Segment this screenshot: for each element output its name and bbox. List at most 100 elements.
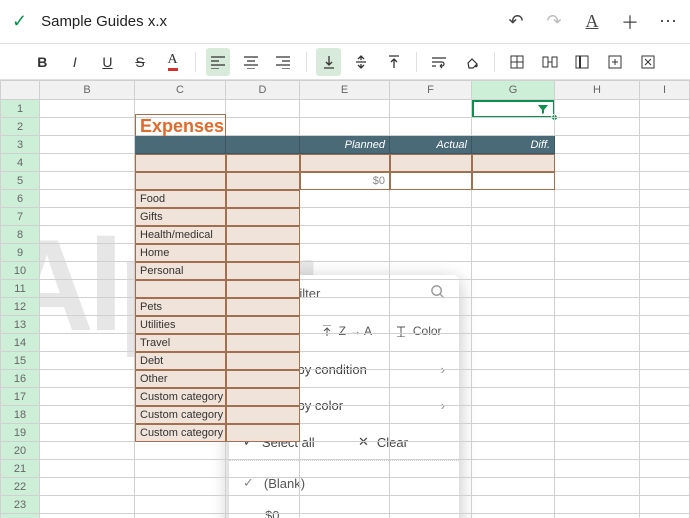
cell[interactable] <box>640 514 690 518</box>
cell[interactable] <box>555 316 640 334</box>
cell[interactable] <box>640 334 690 352</box>
cell[interactable] <box>640 226 690 244</box>
row-header[interactable]: 15 <box>0 352 40 370</box>
cell[interactable] <box>226 208 300 226</box>
insert-button[interactable] <box>603 48 628 76</box>
cell[interactable] <box>40 262 135 280</box>
cell[interactable] <box>472 352 555 370</box>
cell[interactable] <box>390 244 472 262</box>
row-header[interactable]: 7 <box>0 208 40 226</box>
align-center-button[interactable] <box>238 48 263 76</box>
cell[interactable] <box>555 424 640 442</box>
cell[interactable] <box>300 514 390 518</box>
cell[interactable] <box>472 514 555 518</box>
cell[interactable] <box>135 172 226 190</box>
redo-icon[interactable]: ↷ <box>544 12 564 32</box>
cell[interactable] <box>40 298 135 316</box>
cell[interactable] <box>472 172 555 190</box>
cell[interactable] <box>226 136 300 154</box>
cell[interactable] <box>226 352 300 370</box>
cell[interactable] <box>640 208 690 226</box>
row-header[interactable]: 5 <box>0 172 40 190</box>
cell[interactable] <box>555 370 640 388</box>
row-header[interactable]: 21 <box>0 460 40 478</box>
cell[interactable] <box>226 244 300 262</box>
column-header[interactable]: F <box>390 80 472 100</box>
row-header[interactable]: 13 <box>0 316 40 334</box>
cell[interactable] <box>300 370 390 388</box>
cell[interactable] <box>640 316 690 334</box>
cell[interactable] <box>472 190 555 208</box>
cell[interactable] <box>40 424 135 442</box>
row-header[interactable]: 2 <box>0 118 40 136</box>
row-header[interactable]: 4 <box>0 154 40 172</box>
cell[interactable] <box>300 352 390 370</box>
cell[interactable] <box>640 370 690 388</box>
row-header[interactable]: 3 <box>0 136 40 154</box>
cell[interactable] <box>390 514 472 518</box>
column-header[interactable]: E <box>300 80 390 100</box>
column-header[interactable]: B <box>40 80 135 100</box>
cell[interactable] <box>40 118 135 136</box>
cell[interactable] <box>472 388 555 406</box>
row-header[interactable]: 24 <box>0 514 40 518</box>
cell[interactable] <box>555 226 640 244</box>
cell[interactable] <box>555 460 640 478</box>
cell[interactable] <box>472 298 555 316</box>
cell[interactable] <box>226 226 300 244</box>
cell[interactable]: Custom category 1 <box>135 388 226 406</box>
cell[interactable] <box>135 496 226 514</box>
cell[interactable] <box>472 280 555 298</box>
cell[interactable] <box>472 244 555 262</box>
cell[interactable] <box>40 334 135 352</box>
cell[interactable] <box>555 190 640 208</box>
text-format-icon[interactable]: A <box>582 12 602 32</box>
cell[interactable]: Pets <box>135 298 226 316</box>
cell[interactable] <box>472 424 555 442</box>
cell[interactable] <box>640 172 690 190</box>
cell[interactable]: Expenses <box>135 114 226 138</box>
cell[interactable] <box>390 172 472 190</box>
cell[interactable] <box>472 262 555 280</box>
clear-format-button[interactable] <box>635 48 660 76</box>
cell[interactable] <box>640 406 690 424</box>
cell[interactable] <box>40 316 135 334</box>
cell[interactable] <box>555 262 640 280</box>
cell[interactable] <box>640 478 690 496</box>
cell[interactable]: Planned <box>300 136 390 154</box>
cell[interactable] <box>555 244 640 262</box>
cell[interactable] <box>300 100 390 118</box>
valign-top-button[interactable] <box>382 48 407 76</box>
cell[interactable] <box>40 226 135 244</box>
row-header[interactable]: 9 <box>0 244 40 262</box>
cell[interactable] <box>640 388 690 406</box>
cell[interactable] <box>40 478 135 496</box>
cell[interactable] <box>555 100 640 118</box>
cell[interactable] <box>555 478 640 496</box>
cell[interactable]: Personal <box>135 262 226 280</box>
row-header[interactable]: 12 <box>0 298 40 316</box>
cell[interactable] <box>135 460 226 478</box>
cell[interactable] <box>40 190 135 208</box>
cell[interactable] <box>40 514 135 518</box>
cell[interactable] <box>390 496 472 514</box>
cell[interactable] <box>555 352 640 370</box>
cell[interactable] <box>40 280 135 298</box>
cell[interactable] <box>300 262 390 280</box>
merge-button[interactable] <box>538 48 563 76</box>
cell[interactable]: Health/medical <box>135 226 226 244</box>
row-header[interactable]: 23 <box>0 496 40 514</box>
row-header[interactable]: 22 <box>0 478 40 496</box>
cell[interactable] <box>640 118 690 136</box>
cell[interactable]: $0 <box>300 172 390 190</box>
cell[interactable] <box>555 334 640 352</box>
cell[interactable] <box>555 172 640 190</box>
cell[interactable] <box>640 352 690 370</box>
cell[interactable] <box>390 424 472 442</box>
cell[interactable]: Other <box>135 370 226 388</box>
row-header[interactable]: 10 <box>0 262 40 280</box>
align-left-button[interactable] <box>206 48 231 76</box>
cell[interactable] <box>640 496 690 514</box>
cell[interactable] <box>300 280 390 298</box>
cell[interactable] <box>472 406 555 424</box>
